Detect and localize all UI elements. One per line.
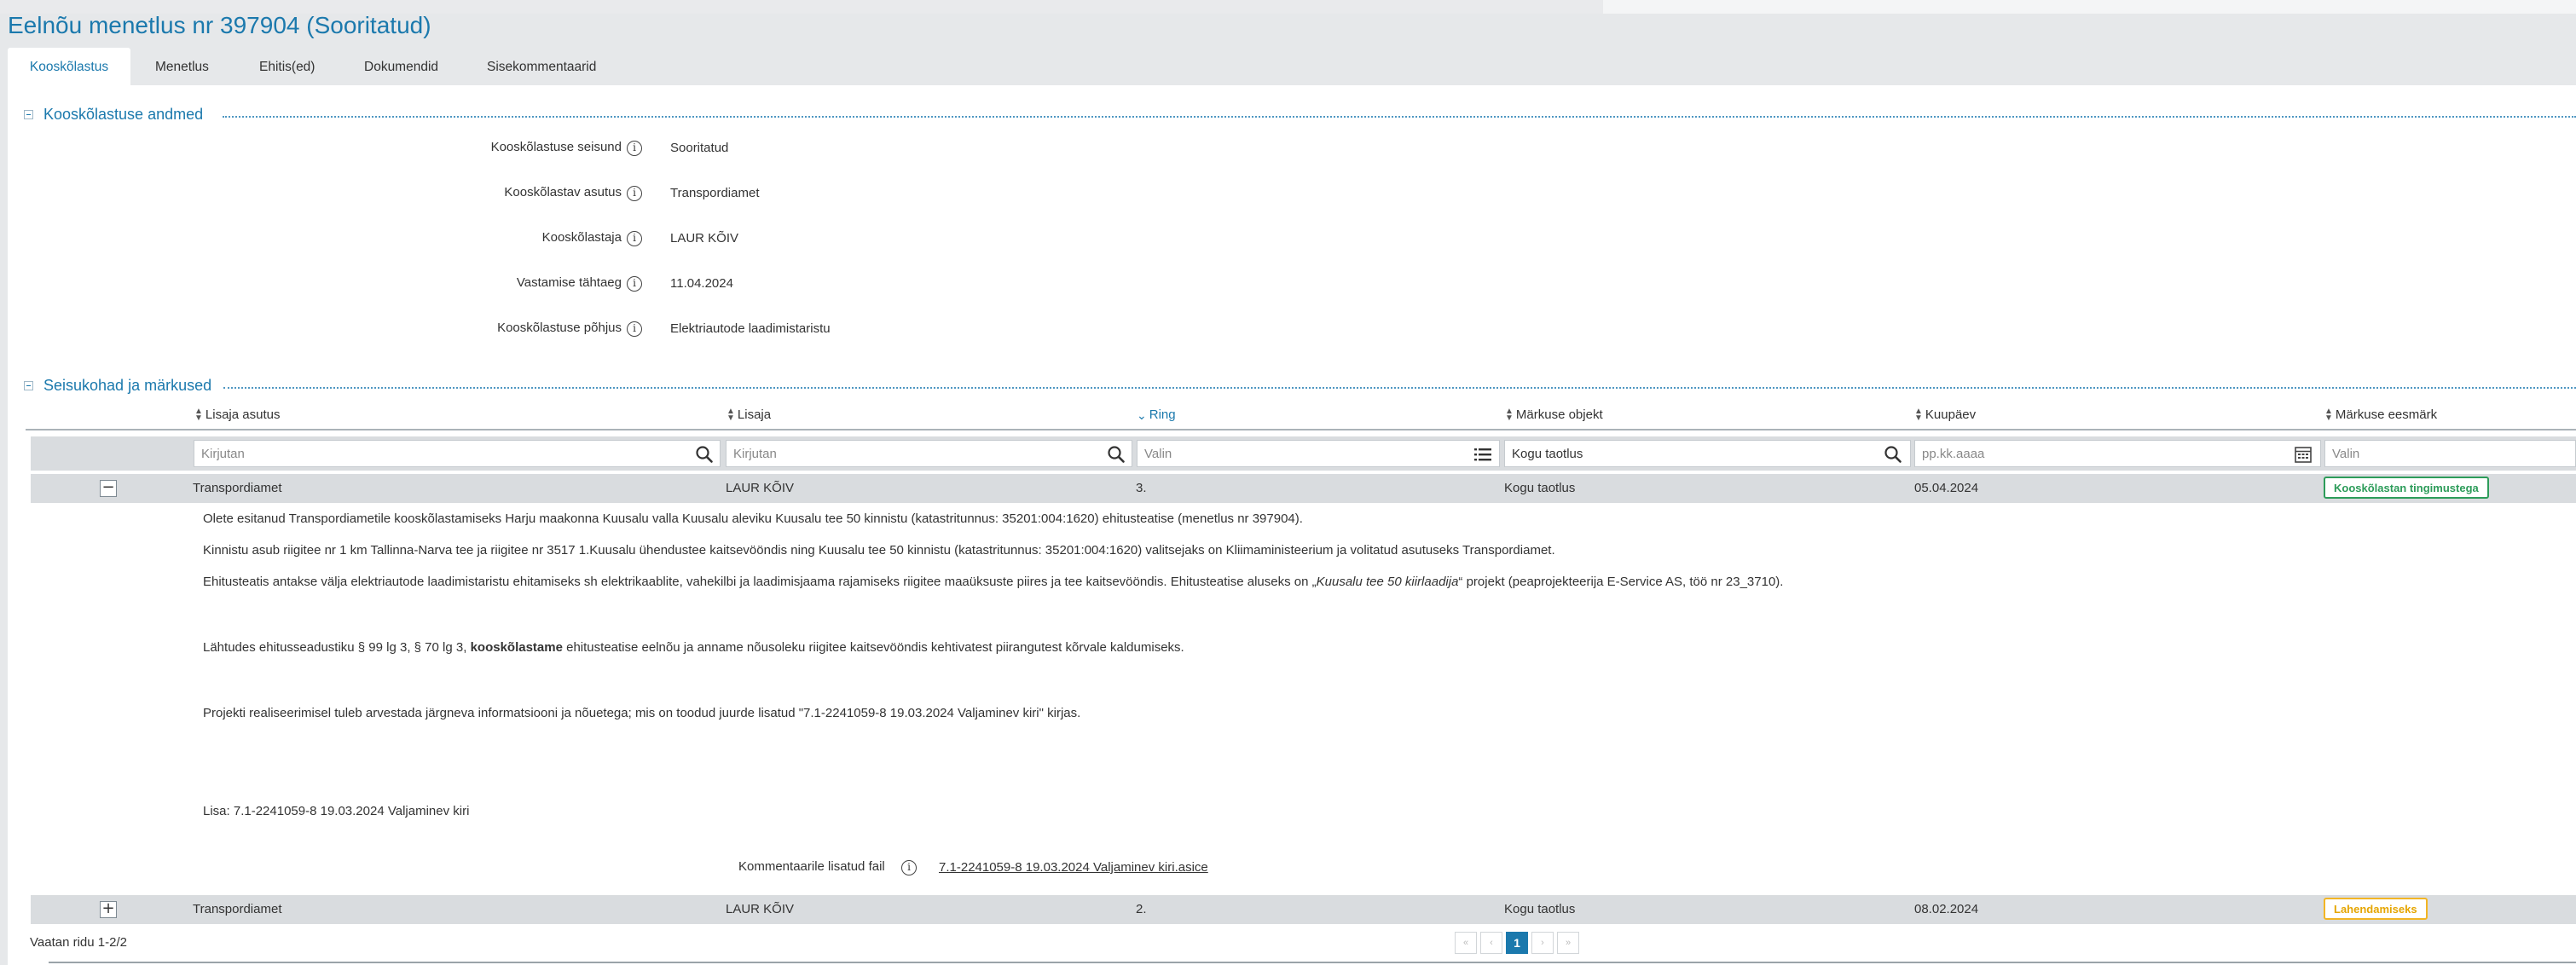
section-divider <box>223 116 2576 118</box>
cell-object: Kogu taotlus <box>1504 481 1576 495</box>
cell-round: 3. <box>1136 481 1147 495</box>
page-button-current[interactable]: 1 <box>1506 932 1528 954</box>
cell-round: 2. <box>1136 902 1147 916</box>
cell-date: 05.04.2024 <box>1914 481 1979 495</box>
status-badge: Kooskõlastan tingimustega <box>2324 477 2489 499</box>
sort-desc-icon: ⌄ <box>1137 408 1147 423</box>
sort-icon: ▲ ▼ <box>1505 407 1514 424</box>
info-icon[interactable]: i <box>627 141 642 156</box>
expand-row-button[interactable]: + <box>100 901 117 918</box>
collapse-icon[interactable] <box>24 381 33 390</box>
attached-file-link[interactable]: 7.1-2241059-8 19.03.2024 Valjaminev kiri… <box>939 860 1208 875</box>
cell-author: LAUR KÕIV <box>726 902 795 916</box>
next-page-button[interactable]: › <box>1531 932 1554 954</box>
sort-icon: ▲ ▼ <box>2324 407 2333 424</box>
remark-paragraph: Lähtudes ehitusseadustiku § 99 lg 3, § 7… <box>203 640 1184 655</box>
tab-menetlus[interactable]: Menetlus <box>155 48 209 85</box>
tab-ehitised[interactable]: Ehitis(ed) <box>259 48 315 85</box>
tab-dokumendid[interactable]: Dokumendid <box>364 48 438 85</box>
pagination-summary: Vaatan ridu 1-2/2 <box>30 935 127 950</box>
section-title: Kooskõlastuse andmed <box>43 106 204 123</box>
info-icon[interactable]: i <box>627 186 642 201</box>
collapse-icon[interactable] <box>24 110 33 119</box>
filter-author-input[interactable] <box>726 440 1132 467</box>
tab-kooskolastus[interactable]: Kooskõlastus <box>8 48 130 85</box>
section-divider <box>223 387 2576 389</box>
filter-date-input[interactable] <box>1914 440 2321 467</box>
field-label-institution: Kooskõlastav asutus <box>504 185 622 199</box>
cell-object: Kogu taotlus <box>1504 902 1576 916</box>
filter-purpose-select[interactable] <box>2324 440 2576 467</box>
table-row[interactable] <box>31 895 2576 924</box>
status-badge: Lahendamiseks <box>2324 898 2428 920</box>
info-icon[interactable]: i <box>627 231 642 246</box>
field-value-institution: Transpordiamet <box>670 186 760 200</box>
prev-page-button[interactable]: ‹ <box>1480 932 1502 954</box>
field-label-reason: Kooskõlastuse põhjus <box>497 321 622 335</box>
column-header-institution[interactable]: ▲ ▼ Lisaja asutus <box>194 407 280 424</box>
cell-date: 08.02.2024 <box>1914 902 1979 916</box>
table-row[interactable] <box>31 474 2576 503</box>
cell-institution: Transpordiamet <box>193 902 282 916</box>
calendar-icon[interactable] <box>2294 445 2313 464</box>
bottom-divider <box>49 962 2576 963</box>
remark-paragraph: Projekti realiseerimisel tuleb arvestada… <box>203 706 1081 720</box>
page-title: Eelnõu menetlus nr 397904 (Sooritatud) <box>8 12 431 38</box>
field-value-reason: Elektriautode laadimistaristu <box>670 321 831 336</box>
info-icon[interactable]: i <box>627 276 642 292</box>
field-value-approver: LAUR KÕIV <box>670 231 739 246</box>
remark-paragraph: Kinnistu asub riigitee nr 1 km Tallinna-… <box>203 543 1555 558</box>
main-content: Kooskõlastuse andmed Kooskõlastuse seisu… <box>8 85 2576 965</box>
info-icon[interactable]: i <box>627 321 642 337</box>
section-title: Seisukohad ja märkused <box>43 377 212 394</box>
header-divider <box>26 429 2576 430</box>
filter-round-select[interactable] <box>1137 440 1500 467</box>
first-page-button[interactable]: « <box>1455 932 1477 954</box>
filter-object-input[interactable] <box>1504 440 1911 467</box>
search-icon[interactable] <box>1884 445 1902 464</box>
list-icon[interactable] <box>1473 445 1492 464</box>
last-page-button[interactable]: » <box>1557 932 1579 954</box>
collapse-row-button[interactable]: − <box>100 480 117 497</box>
attached-file-label: Kommentaarile lisatud fail <box>738 859 885 874</box>
filter-institution-input[interactable] <box>194 440 721 467</box>
field-value-status: Sooritatud <box>670 141 729 155</box>
sort-icon: ▲ ▼ <box>726 407 735 424</box>
column-header-round[interactable]: ⌄ Ring <box>1137 407 1176 422</box>
remarks-section-header[interactable]: Seisukohad ja märkused <box>24 377 2576 395</box>
tab-sisekommentaarid[interactable]: Sisekommentaarid <box>487 48 596 85</box>
cell-author: LAUR KÕIV <box>726 481 795 495</box>
column-header-purpose[interactable]: ▲ ▼ Märkuse eesmärk <box>2324 407 2437 424</box>
remark-paragraph: Ehitusteatis antakse välja elektriautode… <box>203 575 1784 589</box>
column-header-date[interactable]: ▲ ▼ Kuupäev <box>1914 407 1976 424</box>
search-icon[interactable] <box>1107 445 1126 464</box>
field-value-deadline: 11.04.2024 <box>670 276 733 291</box>
search-icon[interactable] <box>695 445 714 464</box>
field-label-deadline: Vastamise tähtaeg <box>516 275 622 290</box>
sort-icon: ▲ ▼ <box>1914 407 1923 424</box>
approval-section-header[interactable]: Kooskõlastuse andmed <box>24 106 2576 124</box>
column-header-object[interactable]: ▲ ▼ Märkuse objekt <box>1505 407 1603 424</box>
field-label-approver: Kooskõlastaja <box>541 230 622 245</box>
column-header-author[interactable]: ▲ ▼ Lisaja <box>726 407 771 424</box>
field-label-status: Kooskõlastuse seisund <box>490 140 622 154</box>
cell-institution: Transpordiamet <box>193 481 282 495</box>
info-icon[interactable]: i <box>901 860 917 875</box>
remark-paragraph: Olete esitanud Transpordiametile kooskõl… <box>203 511 1303 526</box>
sort-icon: ▲ ▼ <box>194 407 203 424</box>
remark-paragraph: Lisa: 7.1-2241059-8 19.03.2024 Valjamine… <box>203 804 470 818</box>
